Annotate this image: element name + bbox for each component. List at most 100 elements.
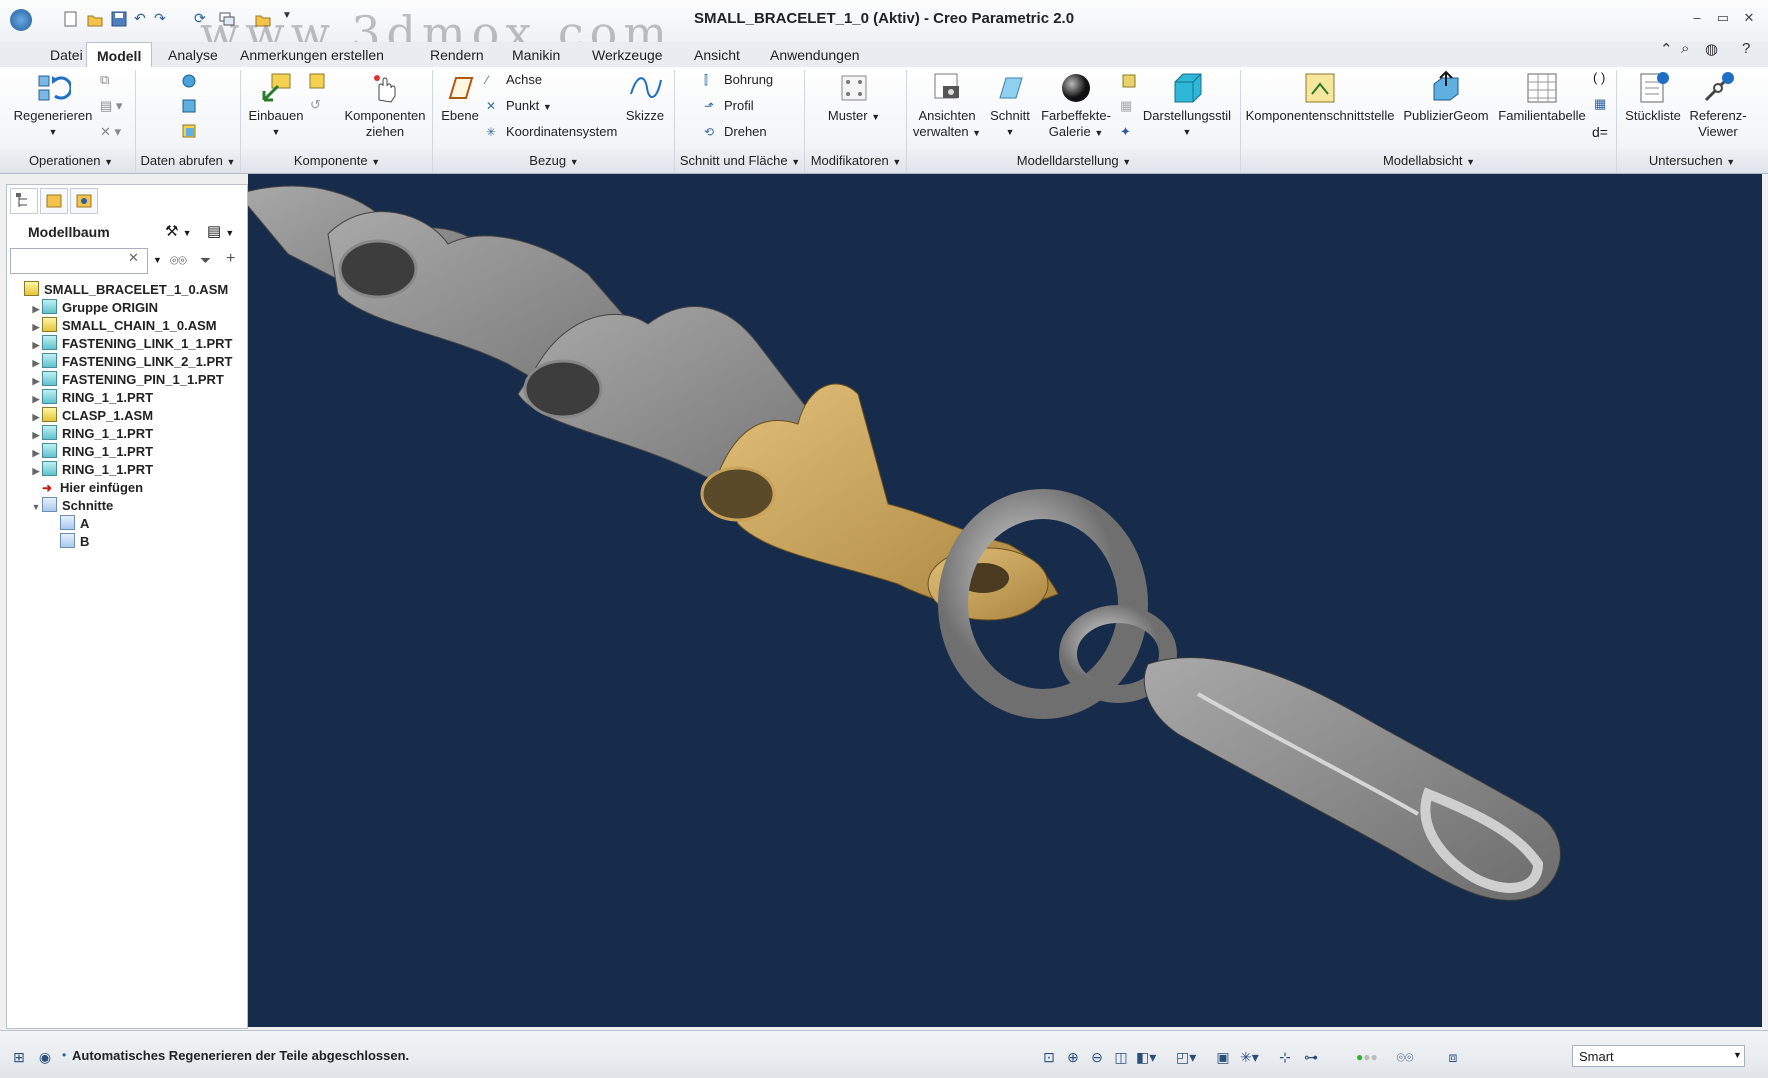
view-orientation-icon[interactable]: ◧▾: [1136, 1049, 1156, 1067]
redo-icon[interactable]: ↷: [154, 10, 172, 28]
filter-icon[interactable]: ⏷: [200, 252, 211, 269]
collapse-icon[interactable]: ▼: [30, 498, 42, 516]
selection-box-icon[interactable]: ⧈: [1444, 1049, 1462, 1067]
expand-icon[interactable]: ▶: [30, 444, 42, 462]
delete-icon[interactable]: ✕ ▾: [100, 124, 121, 140]
view-manager-icon[interactable]: ▣: [1214, 1049, 1232, 1067]
repaint-icon[interactable]: ◫: [1112, 1049, 1130, 1067]
saved-views-icon[interactable]: ◰▾: [1176, 1049, 1196, 1067]
skizze-button[interactable]: Skizze: [620, 70, 670, 124]
tab-anmerkungen-erstellen[interactable]: Anmerkungen erstellen: [230, 44, 394, 66]
tree-item[interactable]: ▶ Gruppe ORIGIN: [30, 299, 158, 317]
copy-icon[interactable]: ⧉: [100, 72, 109, 88]
group-komponente[interactable]: Komponente ▼: [242, 153, 432, 168]
annotation-display-icon[interactable]: ⊶: [1302, 1049, 1320, 1067]
maximize-button[interactable]: ▭: [1712, 10, 1734, 28]
stueckliste-button[interactable]: Stückliste: [1620, 70, 1686, 124]
add-column-icon[interactable]: +: [226, 250, 235, 268]
group-modellabsicht[interactable]: Modellabsicht ▼: [1242, 153, 1616, 168]
datum-display-icon[interactable]: ✳▾: [1240, 1049, 1259, 1067]
tree-item[interactable]: ▶ FASTENING_PIN_1_1.PRT: [30, 371, 224, 389]
profil-button[interactable]: ⬏ Profil: [704, 95, 754, 117]
referenz-viewer-button[interactable]: Referenz- Viewer: [1686, 70, 1750, 140]
group-daten-abrufen[interactable]: Daten abrufen ▼: [136, 153, 240, 168]
koordinatensystem-button[interactable]: ✳ Koordinatensystem: [486, 121, 617, 143]
group-untersuchen[interactable]: Untersuchen ▼: [1618, 153, 1766, 168]
tree-item[interactable]: SMALL_BRACELET_1_0.ASM: [12, 281, 228, 299]
group-operationen[interactable]: Operationen ▼: [8, 153, 134, 168]
tab-model-tree[interactable]: [10, 188, 38, 214]
tab-analyse[interactable]: Analyse: [158, 44, 228, 66]
tab-modell[interactable]: Modell: [86, 42, 153, 68]
ansichten-verwalten-button[interactable]: Ansichten verwalten ▼: [910, 70, 984, 141]
group-modelldarstellung[interactable]: Modelldarstellung ▼: [908, 153, 1240, 168]
tab-manikin[interactable]: Manikin: [502, 44, 570, 66]
tab-folder-browser[interactable]: [40, 188, 68, 214]
tab-datei[interactable]: Datei: [40, 44, 93, 66]
find-icon[interactable]: ⌾⌾: [1396, 1049, 1414, 1067]
tab-rendern[interactable]: Rendern: [420, 44, 494, 66]
d-equals-label[interactable]: d=: [1592, 124, 1608, 140]
graphics-viewport[interactable]: [248, 174, 1762, 1027]
expand-icon[interactable]: ▶: [30, 336, 42, 354]
daten-abrufen-icon-2[interactable]: [180, 97, 198, 118]
zoom-in-icon[interactable]: ⊕: [1064, 1049, 1082, 1067]
tree-item[interactable]: ▶ SMALL_CHAIN_1_0.ASM: [30, 317, 217, 335]
display-small-icon-2[interactable]: ▦: [1120, 98, 1132, 114]
tree-item[interactable]: ➜ Hier einfügen: [30, 479, 143, 497]
expand-icon[interactable]: ▶: [30, 318, 42, 336]
daten-abrufen-icon-3[interactable]: [180, 122, 198, 143]
save-icon[interactable]: [110, 10, 128, 28]
bohrung-button[interactable]: ⫿ Bohrung: [704, 69, 773, 91]
tree-item[interactable]: ▶ RING_1_1.PRT: [30, 425, 153, 443]
expand-icon[interactable]: ▶: [30, 372, 42, 390]
farbeffekte-galerie-button[interactable]: Farbeffekte- Galerie ▼: [1036, 70, 1116, 141]
zoom-out-icon[interactable]: ⊖: [1088, 1049, 1106, 1067]
tree-settings-icon[interactable]: ⚒ ▼: [165, 222, 192, 240]
punkt-button[interactable]: ✕ Punkt ▼: [486, 95, 552, 117]
tree-item[interactable]: ▼ Schnitte: [30, 497, 113, 515]
undo-icon[interactable]: ↶: [134, 10, 152, 28]
group-bezug[interactable]: Bezug ▼: [434, 153, 674, 168]
expand-icon[interactable]: ▶: [30, 300, 42, 318]
tab-favorites[interactable]: [70, 188, 98, 214]
tree-columns-icon[interactable]: ▤ ▼: [207, 222, 234, 240]
create-component-icon[interactable]: [308, 72, 326, 93]
drehen-button[interactable]: ⟲ Drehen: [704, 121, 767, 143]
tree-item[interactable]: A: [48, 515, 89, 533]
display-small-icon-1[interactable]: [1120, 72, 1138, 93]
chevron-down-icon[interactable]: ▼: [1733, 1050, 1742, 1060]
parameters-icon[interactable]: ▦: [1594, 96, 1606, 112]
muster-button[interactable]: Muster ▼: [822, 70, 886, 125]
tab-ansicht[interactable]: Ansicht: [684, 44, 750, 66]
group-modifikatoren[interactable]: Modifikatoren ▼: [806, 153, 906, 168]
community-icon[interactable]: ◍: [1705, 40, 1718, 58]
komponentenschnittstelle-button[interactable]: Komponentenschnittstelle: [1244, 70, 1396, 124]
paste-icon[interactable]: ▤ ▾: [100, 98, 122, 114]
tree-item[interactable]: ▶ FASTENING_LINK_2_1.PRT: [30, 353, 233, 371]
expand-icon[interactable]: ▶: [30, 408, 42, 426]
familientabelle-button[interactable]: Familientabelle: [1496, 70, 1588, 124]
tab-werkzeuge[interactable]: Werkzeuge: [582, 44, 673, 66]
einbauen-button[interactable]: Einbauen ▼: [240, 70, 312, 140]
expand-icon[interactable]: ▶: [30, 390, 42, 408]
selection-filter-select[interactable]: Smart: [1572, 1045, 1745, 1067]
find-binoculars-icon[interactable]: ⌾⌾: [170, 252, 187, 269]
spin-center-icon[interactable]: ⊹: [1276, 1049, 1294, 1067]
search-icon[interactable]: ⌕: [1681, 40, 1689, 57]
tree-item[interactable]: ▶ RING_1_1.PRT: [30, 443, 153, 461]
tree-item[interactable]: ▶ RING_1_1.PRT: [30, 461, 153, 479]
regenerieren-button[interactable]: Regenerieren ▼: [10, 70, 96, 140]
minimize-button[interactable]: –: [1686, 10, 1708, 28]
new-icon[interactable]: [62, 10, 80, 28]
tree-item[interactable]: B: [48, 533, 89, 551]
expand-icon[interactable]: ▶: [30, 354, 42, 372]
search-clear-icon[interactable]: ✕: [128, 250, 139, 266]
tree-item[interactable]: ▶ RING_1_1.PRT: [30, 389, 153, 407]
repeat-icon[interactable]: ↺: [310, 97, 321, 113]
tree-item[interactable]: ▶ CLASP_1.ASM: [30, 407, 153, 425]
help-icon[interactable]: ?: [1742, 40, 1750, 57]
expand-icon[interactable]: ▶: [30, 462, 42, 480]
group-schnitt-und-flaeche[interactable]: Schnitt und Fläche ▼: [676, 153, 804, 168]
search-dropdown-icon[interactable]: ▼: [153, 255, 162, 265]
